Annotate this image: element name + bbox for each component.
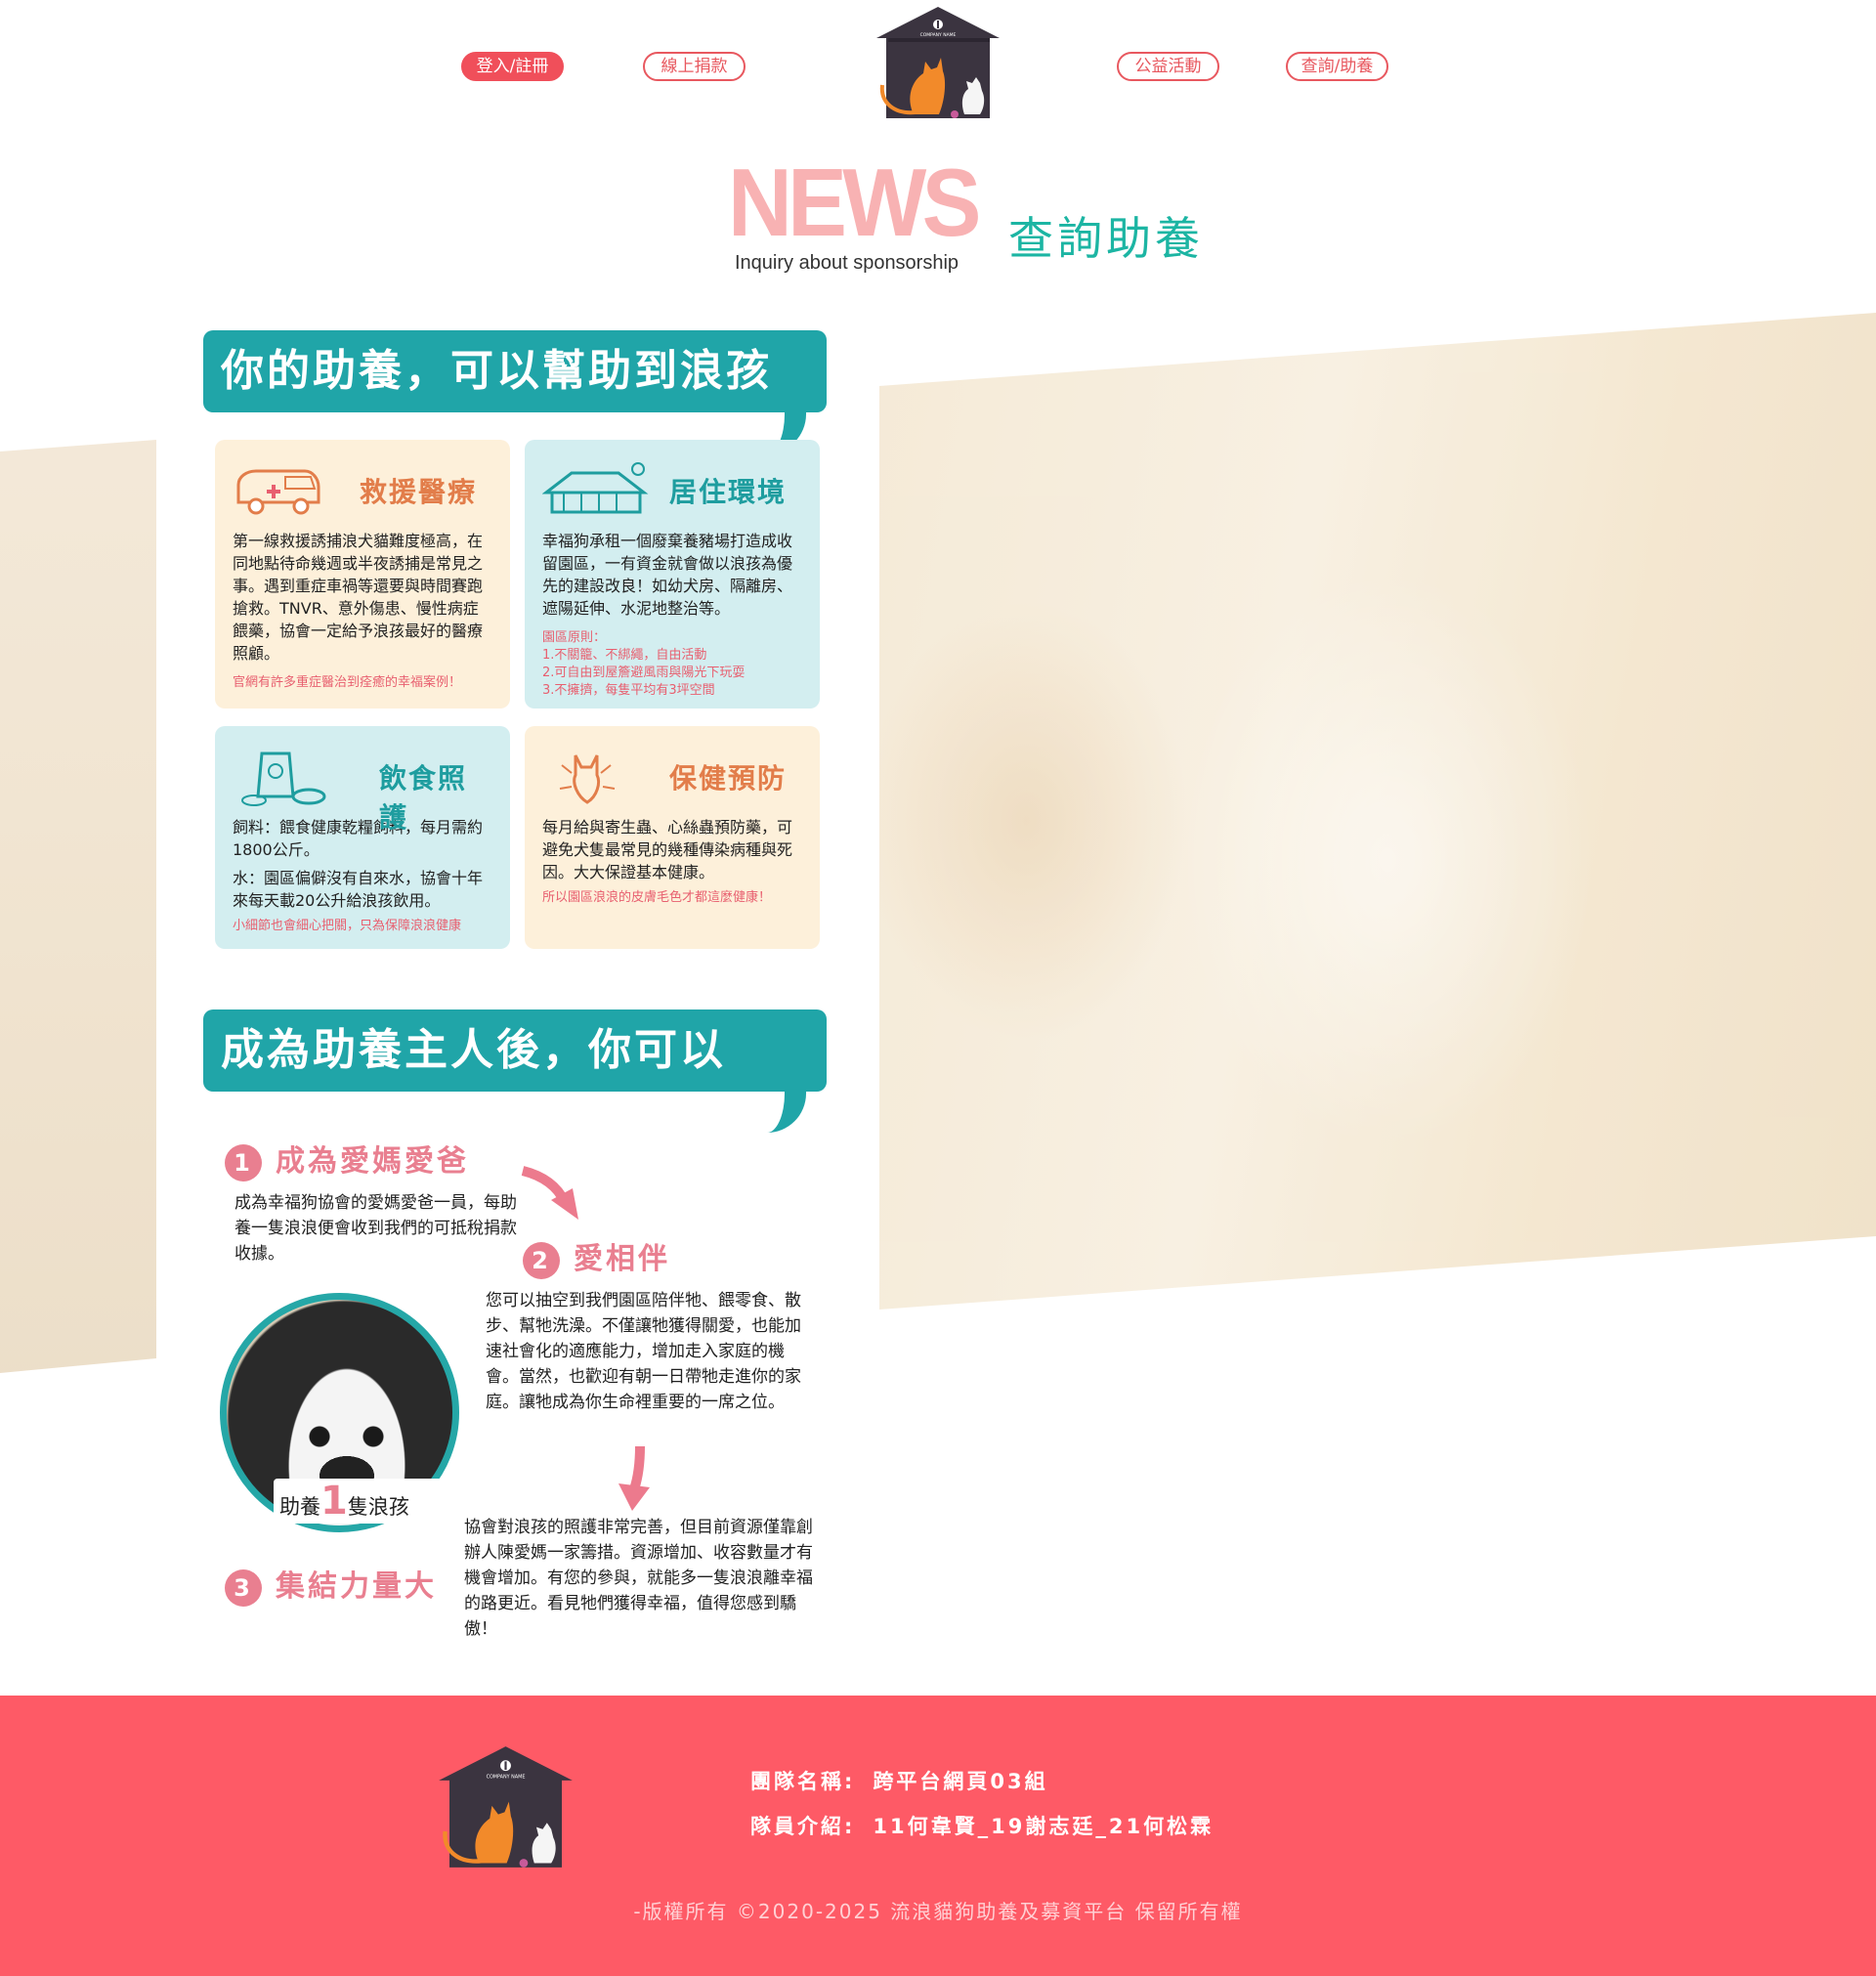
healthy-pet-icon xyxy=(559,754,616,804)
header: 登入/註冊 線上捐款 COMPANY NAME 公益活動 查詢/助養 xyxy=(0,0,1876,137)
logo-company-text: COMPANY NAME xyxy=(920,32,957,38)
background-photo-right xyxy=(879,313,1876,1310)
rule-item: 2.可自由到屋簷避風雨與陽光下玩耍 xyxy=(542,666,746,680)
site-logo[interactable]: COMPANY NAME xyxy=(874,5,1002,120)
step-1-text: 成為幸福狗協會的愛媽愛爸一員，每助養一隻浪浪便會收到我們的可抵稅捐款收據。 xyxy=(234,1193,517,1264)
card-health: 保健預防 每月給與寄生蟲、心絲蟲預防藥，可避免犬隻最常見的幾種傳染病種與死因。大… xyxy=(525,726,820,949)
card-body-health: 每月給與寄生蟲、心絲蟲預防藥，可避免犬隻最常見的幾種傳染病種與死因。大大保證基本… xyxy=(542,818,793,881)
banner-tail xyxy=(767,1086,806,1133)
food-bag-icon xyxy=(241,752,326,806)
step-3-text: 協會對浪孩的照護非常完善，但目前資源僅靠創辦人陳愛媽一家籌措。資源增加、收容數量… xyxy=(464,1518,813,1639)
footer-team: 團隊名稱: 跨平台網頁03組 xyxy=(750,1766,1048,1795)
rules-title: 園區原則： xyxy=(542,630,607,645)
ambulance-icon xyxy=(236,469,320,515)
card-diet: 飲食照護 飼料：餵食健康乾糧飼料，每月需約1800公斤。 水：園區偏僻沒有自來水… xyxy=(215,726,510,949)
card-note-health: 所以園區浪浪的皮膚毛色才都這麼健康！ xyxy=(542,890,772,905)
page-subtitle: Inquiry about sponsorship xyxy=(735,252,959,274)
card-note-diet: 小細節也會細心把關，只為保障浪浪健康 xyxy=(233,919,462,933)
section-banner-help: 你的助養，可以幫助到浪孩 xyxy=(203,330,827,412)
card-note-rescue: 官網有許多重症醫治到痊癒的幸福案例！ xyxy=(233,675,462,690)
footer-members-label: 隊員介紹: xyxy=(750,1815,856,1838)
background-photo-left xyxy=(0,440,156,1373)
adopt-label-post: 隻浪孩 xyxy=(347,1495,409,1519)
page-title: NEWS xyxy=(728,149,981,256)
card-title-living: 居住環境 xyxy=(669,476,788,508)
nav-events-button[interactable]: 公益活動 xyxy=(1117,52,1219,81)
nav-sponsor-button[interactable]: 查詢/助養 xyxy=(1286,52,1388,81)
step-3-title: 3 集結力量大 xyxy=(225,1562,437,1607)
logo-company-text: COMPANY NAME xyxy=(487,1775,526,1781)
footer-team-label: 團隊名稱: xyxy=(750,1770,856,1793)
step-title-text: 成為愛媽愛爸 xyxy=(276,1144,469,1179)
nav-donate-button[interactable]: 線上捐款 xyxy=(643,52,746,81)
step-number: 3 xyxy=(225,1568,262,1607)
rule-item: 1.不關籠、不綁繩，自由活動 xyxy=(542,648,707,663)
arrow-down-icon xyxy=(618,1445,650,1511)
step-number: 1 xyxy=(225,1143,262,1181)
card-body-diet-water: 水：園區偏僻沒有自來水，協會十年來每天載20公升給浪孩飲用。 xyxy=(233,869,484,910)
rule-item: 3.不擁擠，每隻平均有3坪空間 xyxy=(542,683,715,698)
footer: COMPANY NAME 團隊名稱: 跨平台網頁03組 隊員介紹: 11何韋賢_19… xyxy=(0,1696,1876,1976)
card-rescue: 救援醫療 第一線救援誘捕浪犬貓難度極高，在同地點待命幾週或半夜誘捕是常見之事。遇… xyxy=(215,440,510,709)
step-title-text: 愛相伴 xyxy=(574,1242,670,1276)
card-title-rescue: 救援醫療 xyxy=(360,476,478,508)
step-1-title: 1 成為愛媽愛爸 xyxy=(225,1137,469,1181)
section-banner-benefits: 成為助養主人後，你可以 xyxy=(203,1009,827,1092)
step-2-title: 2 愛相伴 xyxy=(523,1234,670,1279)
footer-members-value: 11何韋賢_19謝志廷_21何松霖 xyxy=(873,1815,1215,1838)
adopt-one-label: 助養1隻浪孩 xyxy=(274,1479,449,1524)
page-title-zh: 查詢助養 xyxy=(1008,212,1204,265)
footer-members: 隊員介紹: 11何韋賢_19謝志廷_21何松霖 xyxy=(750,1811,1214,1840)
sponsorship-infographic: 你的助養，可以幫助到浪孩 救援醫療 第一線救援誘捕浪犬貓難度極高，在同地點待命幾… xyxy=(200,330,835,1640)
shelter-building-icon xyxy=(542,462,649,514)
adopt-label-pre: 助養 xyxy=(279,1495,320,1519)
footer-logo[interactable]: COMPANY NAME xyxy=(435,1744,576,1869)
step-number: 2 xyxy=(523,1241,560,1279)
card-body-rescue: 第一線救援誘捕浪犬貓難度極高，在同地點待命幾週或半夜誘捕是常見之事。遇到重症車禍… xyxy=(233,532,484,663)
step-title-text: 集結力量大 xyxy=(276,1569,437,1604)
card-title-diet: 飲食照護 xyxy=(379,762,468,834)
footer-copyright: -版權所有 ©2020-2025 流浪貓狗助養及募資平台 保留所有權 xyxy=(633,1900,1243,1923)
card-title-health: 保健預防 xyxy=(669,762,788,795)
card-living: 居住環境 幸福狗承租一個廢棄養豬場打造成收留園區，一有資金就會做以浪孩為優先的建… xyxy=(525,440,820,709)
adopt-label-num: 1 xyxy=(320,1479,348,1524)
footer-team-value: 跨平台網頁03組 xyxy=(873,1770,1048,1793)
card-body-living: 幸福狗承租一個廢棄養豬場打造成收留園區，一有資金就會做以浪孩為優先的建設改良！如… xyxy=(542,532,793,618)
card-rules-living: 園區原則： 1.不關籠、不綁繩，自由活動 2.可自由到屋簷避風雨與陽光下玩耍 3… xyxy=(542,629,802,700)
nav-login-button[interactable]: 登入/註冊 xyxy=(461,52,564,81)
arrow-down-right-icon xyxy=(521,1166,578,1220)
step-2-text: 您可以抽空到我們園區陪伴牠、餵零食、散步、幫牠洗澡。不僅讓牠獲得關愛，也能加速社… xyxy=(486,1291,801,1412)
